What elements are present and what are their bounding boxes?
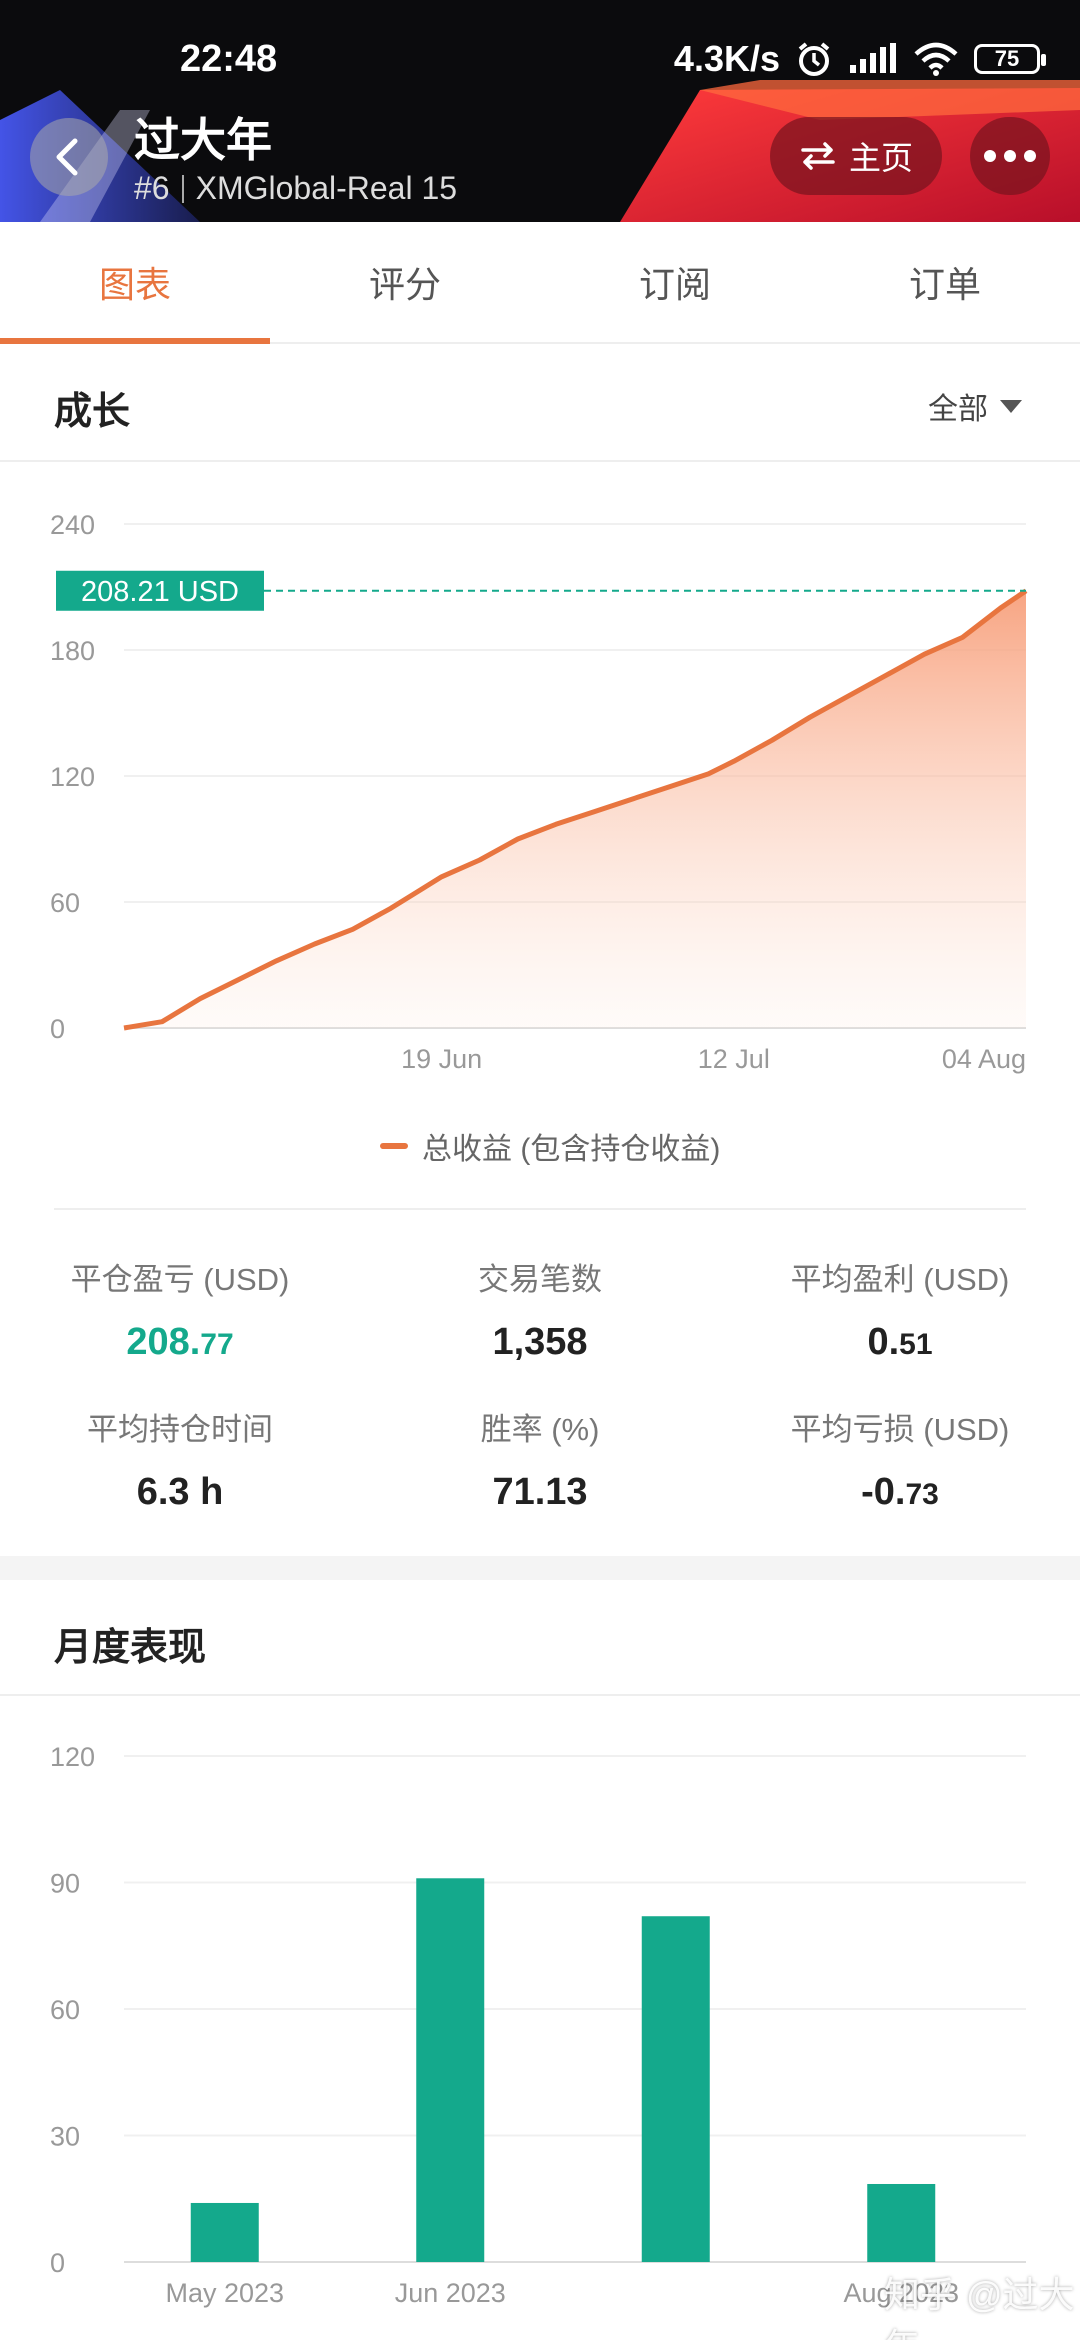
status-time: 22:48 [180, 38, 278, 80]
network-speed: 4.3K/s [673, 38, 780, 79]
stat-label: 平仓盈亏 (USD) [70, 1262, 290, 1297]
monthly-section-title: 月度表现 [54, 1627, 207, 1669]
bar [190, 2202, 259, 2262]
y-tick-label: 0 [50, 2248, 65, 2278]
tab-bar: 图表 评分 订阅 订单 [0, 222, 1080, 344]
status-bar: 22:48 4.3K/s 75 [0, 0, 1080, 110]
y-tick-label: 120 [50, 762, 95, 792]
y-tick-label: 30 [50, 2122, 80, 2152]
stat-value: 6.3 h [136, 1471, 224, 1513]
range-filter-dropdown[interactable]: 全部 [928, 384, 1022, 428]
stat-win-rate: 胜率 (%) 71.13 [360, 1404, 720, 1514]
y-tick-label: 240 [50, 510, 95, 540]
divider [0, 1694, 1080, 1696]
stat-value: -0.73 [861, 1471, 939, 1513]
monthly-bar-chart: 0306090120May 2023 Jun 2023 Aug 2023 [50, 1742, 1026, 2308]
account-name: XMGlobal-Real 15 [195, 170, 458, 206]
alarm-icon [798, 42, 830, 76]
swap-icon [801, 142, 835, 170]
divider [54, 1208, 1026, 1210]
wifi-icon [914, 42, 958, 76]
home-button-label: 主页 [848, 140, 913, 176]
dot-icon [1024, 150, 1036, 162]
stat-label: 平均盈利 (USD) [790, 1262, 1010, 1297]
bar [641, 1916, 710, 2262]
bar [867, 2183, 936, 2262]
dot-icon [984, 150, 996, 162]
stat-trade-count: 交易笔数 1,358 [360, 1254, 720, 1364]
header: 22:48 4.3K/s 75 过大年 #6 XMGlobal-Real 15 … [0, 0, 1080, 222]
series-area [124, 590, 1026, 1028]
stat-value: 1,358 [492, 1321, 588, 1363]
stat-value: 0.51 [867, 1321, 933, 1363]
legend-label: 总收益 (包含持仓收益) [422, 1133, 721, 1166]
section-separator [0, 1556, 1080, 1580]
tab-chart[interactable]: 图表 [0, 222, 270, 344]
growth-chart: 0 60 120 180 240 208.21 USD 19 Jun 12 Jul 04 Aug [50, 510, 1028, 1074]
growth-legend: 总收益 (包含持仓收益) [380, 1124, 720, 1168]
stat-closed-pnl: 平仓盈亏 (USD) 208.77 [0, 1254, 360, 1364]
x-tick-label: 12 Jul [698, 1044, 770, 1074]
x-tick-label: May 2023 [165, 2278, 284, 2308]
status-icons: 4.3K/s 75 [673, 38, 1046, 80]
chevron-left-icon [56, 138, 78, 176]
rank-label: #6 [134, 170, 170, 206]
x-tick-label: 19 Jun [401, 1044, 482, 1074]
divider [0, 460, 1080, 462]
stat-label: 平均亏损 (USD) [790, 1412, 1010, 1447]
signal-icon [850, 43, 896, 73]
tab-subscription[interactable]: 订阅 [540, 222, 810, 342]
home-button[interactable]: 主页 [770, 117, 942, 195]
bar [416, 1878, 485, 2262]
legend-swatch [380, 1143, 408, 1149]
x-tick-label: 04 Aug [942, 1044, 1026, 1074]
more-options-button[interactable] [970, 117, 1050, 195]
stat-label: 胜率 (%) [480, 1412, 600, 1447]
y-tick-label: 60 [50, 888, 80, 918]
growth-section-title: 成长 [54, 391, 131, 433]
stat-avg-profit: 平均盈利 (USD) 0.51 [720, 1254, 1080, 1364]
y-tick-label: 120 [50, 1742, 95, 1772]
account-subtitle: #6 XMGlobal-Real 15 [134, 170, 457, 207]
stat-avg-loss: 平均亏损 (USD) -0.73 [720, 1404, 1080, 1514]
y-tick-label: 90 [50, 1869, 80, 1899]
current-value-label: 208.21 USD [81, 576, 239, 608]
stat-value: 208.77 [126, 1321, 234, 1363]
tab-orders[interactable]: 订单 [810, 222, 1080, 342]
y-tick-label: 180 [50, 636, 95, 666]
stat-label: 交易笔数 [478, 1262, 602, 1297]
stat-avg-hold-time: 平均持仓时间 6.3 h [0, 1404, 360, 1514]
page-title: 过大年 [134, 114, 272, 166]
stat-value: 71.13 [492, 1471, 588, 1513]
dot-icon [1004, 150, 1016, 162]
caret-down-icon [1000, 399, 1022, 413]
tab-rating[interactable]: 评分 [270, 222, 540, 342]
x-tick-label: Jun 2023 [395, 2278, 506, 2308]
battery-icon: 75 [974, 44, 1046, 74]
divider [181, 174, 184, 203]
stat-label: 平均持仓时间 [87, 1412, 273, 1447]
range-filter-label: 全部 [928, 393, 988, 426]
y-tick-label: 0 [50, 1014, 65, 1044]
watermark: 知乎 @过大年 [884, 2274, 1075, 2340]
back-button[interactable] [30, 118, 108, 196]
y-tick-label: 60 [50, 1995, 80, 2025]
